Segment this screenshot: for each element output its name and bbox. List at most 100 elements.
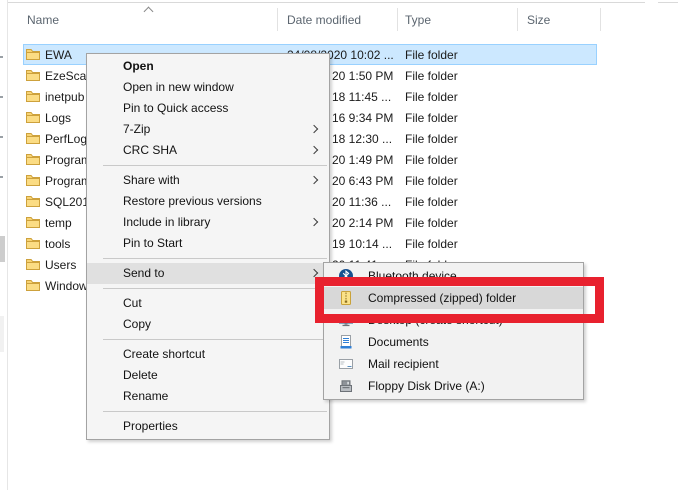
column-divider[interactable] — [397, 8, 398, 31]
folder-icon — [25, 172, 41, 188]
send-to-item-label: Documents — [368, 335, 429, 349]
menu-item-label: Pin to Quick access — [123, 101, 228, 115]
menu-item-share-with[interactable]: Share with — [87, 170, 329, 191]
menu-item-include-in-library[interactable]: Include in library — [87, 212, 329, 233]
menu-item-label: Send to — [123, 266, 164, 280]
column-header-date-modified[interactable]: Date modified — [287, 13, 361, 27]
send-to-item-label: Bluetooth device — [368, 269, 457, 283]
file-explorer-window: Name Date modified Type Size EWA 24/08/2… — [0, 0, 678, 490]
folder-icon — [25, 235, 41, 251]
file-date-modified: 20 6:43 PM — [332, 174, 393, 188]
menu-item-7-zip[interactable]: 7-Zip — [87, 119, 329, 140]
floppy-icon — [338, 378, 354, 394]
file-name: inetpub — [45, 90, 84, 104]
column-header-type[interactable]: Type — [405, 13, 431, 27]
send-to-item-compressed-zipped-folder[interactable]: Compressed (zipped) folder — [324, 287, 583, 309]
menu-item-label: Properties — [123, 419, 178, 433]
documents-icon — [338, 334, 354, 350]
folder-icon — [25, 151, 41, 167]
folder-icon — [25, 277, 41, 293]
folder-icon — [25, 109, 41, 125]
menu-item-copy[interactable]: Copy — [87, 314, 329, 335]
menu-item-label: Pin to Start — [123, 236, 182, 250]
header-top-border — [8, 2, 645, 3]
file-name: EWA — [45, 48, 72, 62]
file-type: File folder — [405, 48, 458, 62]
file-date-modified: 20 11:36 ... — [332, 195, 391, 209]
column-header-name[interactable]: Name — [27, 13, 59, 27]
menu-item-label: CRC SHA — [123, 143, 177, 157]
menu-item-label: Cut — [123, 296, 142, 310]
mail-icon — [338, 356, 354, 372]
menu-item-pin-to-quick-access[interactable]: Pin to Quick access — [87, 98, 329, 119]
file-type: File folder — [405, 153, 458, 167]
column-divider[interactable] — [517, 8, 518, 31]
zip-folder-icon — [338, 290, 354, 306]
file-name: Logs — [45, 111, 71, 125]
menu-item-rename[interactable]: Rename — [87, 386, 329, 407]
menu-item-open-in-new-window[interactable]: Open in new window — [87, 77, 329, 98]
menu-item-send-to[interactable]: Send to — [87, 263, 329, 284]
file-type: File folder — [405, 174, 458, 188]
file-name: tools — [45, 237, 70, 251]
menu-item-restore-previous-versions[interactable]: Restore previous versions — [87, 191, 329, 212]
desktop-icon — [338, 312, 354, 328]
menu-separator — [103, 165, 327, 166]
file-date-modified: 20 1:49 PM — [332, 153, 393, 167]
file-date-modified: 19 10:14 ... — [332, 237, 392, 251]
menu-item-label: 7-Zip — [123, 122, 150, 136]
send-to-item-bluetooth-device[interactable]: Bluetooth device — [324, 265, 583, 287]
file-date-modified: 16 9:34 PM — [332, 111, 393, 125]
bluetooth-icon — [338, 268, 354, 284]
send-to-item-desktop-create-shortcut-[interactable]: Desktop (create shortcut) — [324, 309, 583, 331]
send-to-item-label: Floppy Disk Drive (A:) — [368, 379, 485, 393]
send-to-item-floppy-disk-drive-a-[interactable]: Floppy Disk Drive (A:) — [324, 375, 583, 397]
column-divider[interactable] — [277, 8, 278, 31]
menu-item-delete[interactable]: Delete — [87, 365, 329, 386]
submenu-arrow-icon — [310, 176, 318, 184]
menu-item-crc-sha[interactable]: CRC SHA — [87, 140, 329, 161]
file-type: File folder — [405, 111, 458, 125]
menu-item-create-shortcut[interactable]: Create shortcut — [87, 344, 329, 365]
file-date-modified: 18 12:30 ... — [332, 132, 392, 146]
context-menu: OpenOpen in new window Pin to Quick acces… — [86, 53, 330, 440]
send-to-item-label: Mail recipient — [368, 357, 439, 371]
send-to-item-label: Compressed (zipped) folder — [368, 291, 516, 305]
menu-item-pin-to-start[interactable]: Pin to Start — [87, 233, 329, 254]
menu-item-label: Include in library — [123, 215, 210, 229]
menu-item-open[interactable]: Open — [87, 56, 329, 77]
file-type: File folder — [405, 195, 458, 209]
folder-icon — [25, 130, 41, 146]
file-type: File folder — [405, 69, 458, 83]
submenu-arrow-icon — [310, 125, 318, 133]
file-type: File folder — [405, 216, 458, 230]
menu-item-properties[interactable]: Properties — [87, 416, 329, 437]
menu-separator — [103, 288, 327, 289]
folder-icon — [25, 88, 41, 104]
menu-item-label: Restore previous versions — [123, 194, 262, 208]
menu-item-label: Create shortcut — [123, 347, 205, 361]
column-header-size[interactable]: Size — [527, 13, 550, 27]
file-date-modified: 20 1:50 PM — [332, 69, 393, 83]
file-date-modified: 18 11:45 ... — [332, 90, 391, 104]
menu-item-label: Delete — [123, 368, 158, 382]
send-to-item-documents[interactable]: Documents — [324, 331, 583, 353]
send-to-item-mail-recipient[interactable]: Mail recipient — [324, 353, 583, 375]
folder-icon — [25, 193, 41, 209]
menu-item-label: Share with — [123, 173, 180, 187]
column-divider[interactable] — [600, 8, 601, 31]
submenu-arrow-icon — [310, 218, 318, 226]
submenu-arrow-icon — [310, 146, 318, 154]
folder-icon — [25, 46, 41, 62]
menu-item-cut[interactable]: Cut — [87, 293, 329, 314]
submenu-arrow-icon — [310, 269, 318, 277]
file-type: File folder — [405, 237, 458, 251]
file-type: File folder — [405, 90, 458, 104]
folder-icon — [25, 67, 41, 83]
folder-icon — [25, 256, 41, 272]
menu-item-label: Rename — [123, 389, 168, 403]
menu-separator — [103, 258, 327, 259]
file-date-modified: 20 2:14 PM — [332, 216, 393, 230]
nav-scrollbar-track — [0, 316, 4, 352]
menu-separator — [103, 411, 327, 412]
